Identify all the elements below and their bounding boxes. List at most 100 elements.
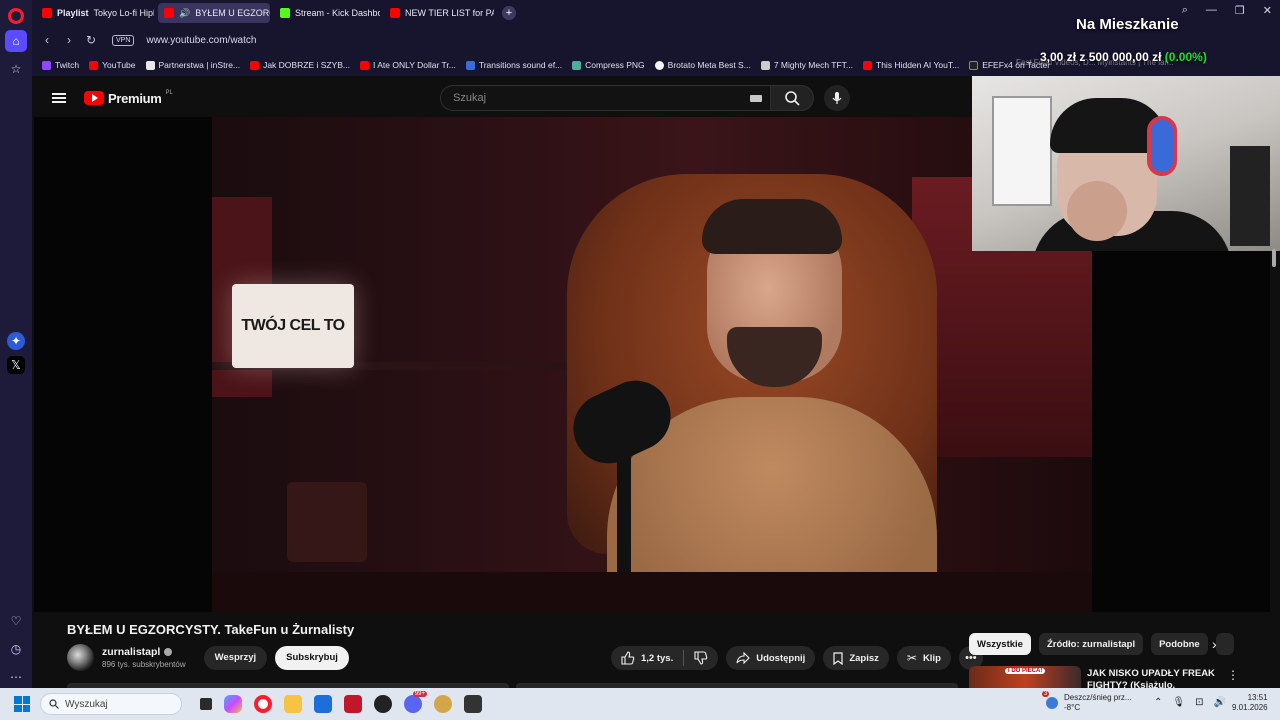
youtube-icon [359, 60, 369, 70]
recommended-title[interactable]: JAK NISKO UPADŁY FREAK FIGHTY? (Książulo… [1087, 668, 1217, 688]
system-tray: ⌃ 🎙 ⊡ 🔊 [1154, 697, 1226, 708]
network-icon[interactable]: ⊡ [1195, 697, 1203, 708]
new-tab-button[interactable]: + [502, 6, 516, 20]
taskbar-search[interactable]: Wyszukaj [40, 693, 182, 715]
save-button[interactable]: Zapisz [823, 646, 889, 670]
file-explorer-icon[interactable] [284, 695, 302, 713]
twitch-icon [42, 60, 51, 70]
chip-similar[interactable]: Podobne [1151, 633, 1208, 655]
mic-tray-icon[interactable]: 🎙 [1172, 697, 1185, 708]
bookmark-hidden-ai[interactable]: This Hidden AI YouT... [863, 60, 959, 70]
tacter-icon [969, 60, 979, 70]
chip-all[interactable]: Wszystkie [969, 633, 1031, 655]
bookmark-jak-dobrze[interactable]: Jak DOBRZE i SZYB... [250, 60, 350, 70]
kick-icon [280, 8, 290, 18]
chips-next-icon[interactable]: › [1212, 636, 1217, 652]
search-area: Szukaj [440, 85, 850, 111]
sound-icon [465, 60, 475, 70]
search-icon [49, 699, 59, 709]
menu-icon[interactable] [52, 93, 66, 103]
star-icon[interactable]: ☆ [5, 58, 27, 80]
opera-logo-icon[interactable] [8, 8, 24, 24]
bookmark-dollar-tree[interactable]: I Ate ONLY Dollar Tr... [359, 60, 456, 70]
task-view-icon[interactable] [200, 698, 212, 710]
thumbs-down-icon [694, 651, 708, 665]
video-sign: TWÓJ CEL TO [232, 284, 354, 368]
history-icon[interactable]: ◷ [5, 638, 27, 660]
vpn-badge[interactable]: VPN [112, 34, 135, 46]
channel-row: zurnalistapl 896 tys. subskrybentów Wesp… [67, 644, 349, 671]
channel-name[interactable]: zurnalistapl [102, 646, 186, 658]
search-input[interactable]: Szukaj [440, 85, 770, 111]
stream-goal-progress: 3,00 zł z 500 000,00 zł (0.00%) [1040, 50, 1207, 64]
search-tabs-icon[interactable]: ⌕ [1182, 4, 1188, 17]
bookmark-youtube[interactable]: YouTube [89, 60, 136, 70]
tray-expand-icon[interactable]: ⌃ [1154, 697, 1162, 708]
heart-icon[interactable]: ♡ [5, 610, 27, 632]
subscribe-button[interactable]: Subskrybuj [275, 645, 349, 670]
video-actions: 1,2 tys. Udostępnij Zapisz ✂ Klip ••• [611, 646, 983, 670]
tab-tierlist[interactable]: NEW TIER LIST for PATCH [384, 3, 494, 23]
volume-icon[interactable]: 🔊 [1213, 697, 1225, 708]
weather-widget[interactable]: 3 Deszcz/śnieg prz... -8°C [1042, 691, 1132, 713]
like-button[interactable]: 1,2 tys. [611, 646, 683, 670]
url-field[interactable]: www.youtube.com/watch [146, 35, 256, 46]
app-red-icon[interactable] [344, 695, 362, 713]
bookmark-transitions[interactable]: Transitions sound ef... [465, 60, 562, 70]
opera-app-icon[interactable] [254, 695, 272, 713]
scrollbar-thumb[interactable] [1272, 249, 1276, 267]
copilot-icon[interactable] [224, 695, 242, 713]
youtube-icon [164, 8, 174, 18]
x-twitter-icon[interactable]: 𝕏 [7, 356, 25, 374]
dislike-button[interactable] [684, 646, 718, 670]
opera-sidebar: ⌂ ☆ ✦ 𝕏 ♡ ◷ ⋯ [0, 0, 32, 688]
app-dark-icon[interactable] [374, 695, 392, 713]
messenger-icon[interactable]: ✦ [7, 332, 25, 350]
tab-kick[interactable]: Stream - Kick Dashboard [274, 3, 380, 23]
document-icon [145, 60, 155, 70]
search-button[interactable] [770, 85, 814, 111]
channel-avatar[interactable] [67, 644, 94, 671]
screen: ⌂ ☆ ✦ 𝕏 ♡ ◷ ⋯ Playlist Tokyo Lo-fi Hipho… [0, 0, 1280, 720]
bookmark-tft[interactable]: 7 Mighty Mech TFT... [760, 60, 853, 70]
back-icon[interactable]: ‹ [36, 33, 58, 47]
bookmark-twitch[interactable]: Twitch [42, 60, 79, 70]
bookmark-brotato[interactable]: Brotato Meta Best S... [654, 60, 751, 70]
terminal-icon[interactable] [464, 695, 482, 713]
youtube-premium-logo[interactable]: Premium PL [84, 90, 173, 106]
thumbs-up-icon [621, 651, 635, 665]
store-icon[interactable] [314, 695, 332, 713]
bookmark-partnerstwa[interactable]: Partnerstwa | inStre... [145, 60, 240, 70]
tab-video[interactable]: 🔊 BYŁEM U EGZORCYSTY [158, 3, 270, 23]
support-button[interactable]: Wesprzyj [203, 645, 268, 670]
youtube-icon [89, 60, 99, 70]
recommended-video[interactable]: I DO PIECA! JAK NISKO UPADŁY FREAK FIGHT… [969, 666, 1249, 688]
keyboard-icon[interactable] [750, 95, 762, 102]
window-controls: ⌕ — ❐ ✕ [1182, 4, 1272, 17]
share-button[interactable]: Udostępnij [726, 646, 816, 670]
recommended-more-icon[interactable]: ⋮ [1227, 668, 1239, 682]
forward-icon[interactable]: › [58, 33, 80, 47]
game-icon[interactable] [434, 695, 452, 713]
tab-playlist[interactable]: Playlist Tokyo Lo-fi Hiphop [36, 3, 154, 23]
bookmark-compress-png[interactable]: Compress PNG [572, 60, 645, 70]
close-icon[interactable]: ✕ [1263, 4, 1272, 17]
maximize-icon[interactable]: ❐ [1235, 4, 1245, 17]
chip-partial[interactable] [1215, 633, 1234, 655]
voice-search-button[interactable] [824, 85, 850, 111]
recommended-thumbnail[interactable]: I DO PIECA! [969, 666, 1081, 688]
clock[interactable]: 13:51 9.01.2026 [1232, 693, 1268, 713]
minimize-icon[interactable]: — [1206, 4, 1217, 17]
more-icon[interactable]: ⋯ [5, 666, 27, 688]
video-frame: TWÓJ CEL TO [212, 117, 1092, 612]
video-title: BYŁEM U EGZORCYSTY. TakeFun u Żurnalisty [67, 622, 355, 637]
reload-icon[interactable]: ↻ [80, 33, 102, 47]
home-icon[interactable]: ⌂ [5, 30, 27, 52]
tft-icon [760, 60, 770, 70]
like-dislike-group: 1,2 tys. [611, 646, 719, 670]
windows-start-icon[interactable] [14, 696, 30, 712]
youtube-icon [250, 60, 260, 70]
clip-button[interactable]: ✂ Klip [896, 646, 951, 670]
discord-icon[interactable]: 99+ [404, 691, 427, 713]
chip-source[interactable]: Źródło: zurnalistapl [1038, 633, 1144, 655]
